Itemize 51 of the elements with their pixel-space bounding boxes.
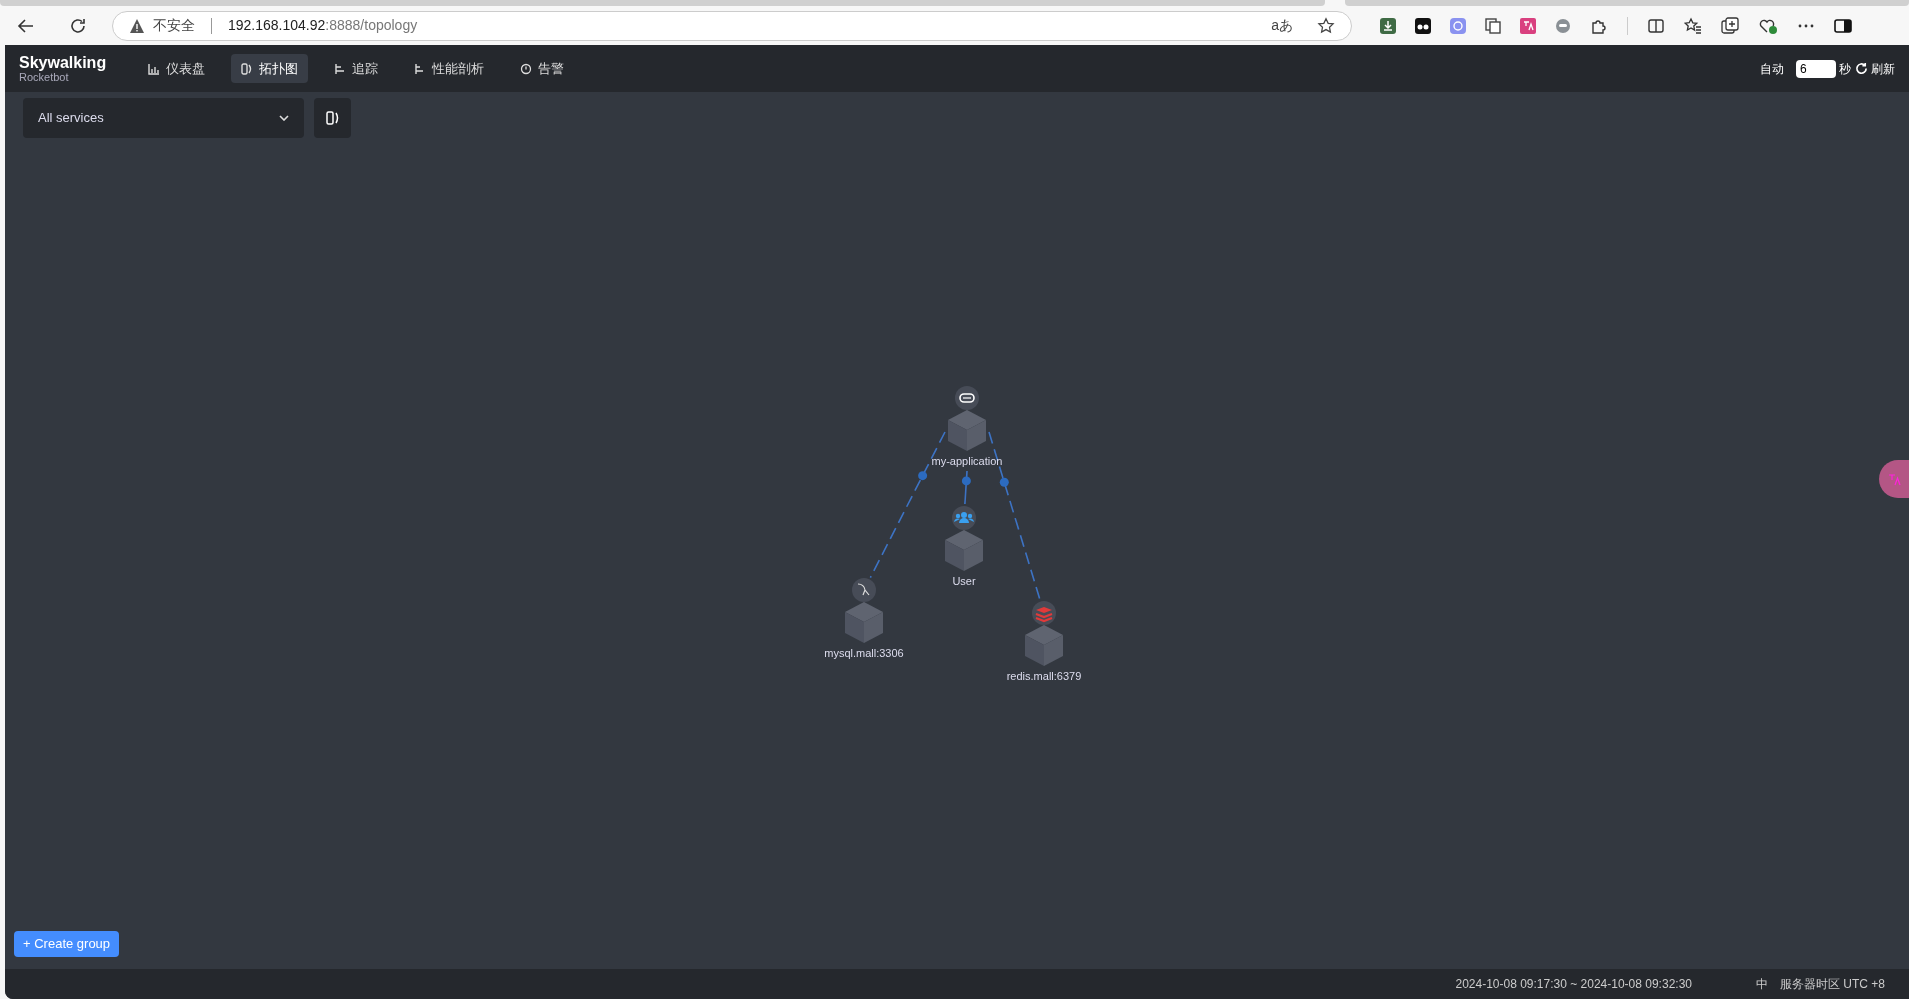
timezone-label: 服务器时区 UTC +8	[1780, 976, 1885, 993]
service-select[interactable]: All services	[23, 98, 304, 138]
glasses-extension-icon[interactable]	[1415, 17, 1431, 34]
star-icon[interactable]	[1317, 16, 1335, 35]
stack-icon	[1032, 601, 1056, 625]
copy-extension-icon[interactable]	[1485, 17, 1501, 34]
dashboard-icon	[148, 62, 161, 75]
nav-tab[interactable]: 告警	[510, 54, 575, 83]
dashed-connector[interactable]	[961, 470, 971, 505]
node-label: User	[952, 575, 976, 587]
url-text: 192.168.104.92:8888/topology	[228, 16, 418, 35]
cube-node[interactable]	[845, 602, 883, 643]
layout-icon	[325, 111, 340, 125]
translate-extension-icon[interactable]	[1520, 17, 1536, 34]
logo-text: Skywalking	[19, 54, 107, 71]
read-aloud-icon[interactable]: aあ	[1271, 15, 1293, 36]
nav-tab[interactable]: 性能剖析	[404, 54, 495, 83]
auto-label: 自动	[1760, 60, 1784, 78]
warning-icon	[129, 17, 145, 34]
nav-tab[interactable]: 追踪	[324, 54, 389, 83]
language-toggle[interactable]: 中	[1756, 975, 1768, 993]
cube-node[interactable]	[945, 530, 983, 571]
logo-subtitle: Rocketbot	[19, 71, 69, 83]
cube-node[interactable]	[948, 410, 986, 451]
nav-tab[interactable]: 拓扑图	[231, 54, 309, 83]
translate-icon	[1887, 472, 1901, 486]
time-range: 2024-10-08 09:17:30 ~ 2024-10-08 09:32:30	[1455, 976, 1692, 993]
node-label: mysql.mall:3306	[824, 647, 904, 659]
favorites-icon[interactable]	[1684, 16, 1702, 35]
layout-button[interactable]	[314, 98, 351, 138]
node-label: my-application	[931, 455, 1003, 467]
address-bar[interactable]: 不安全 192.168.104.92:8888/topology aあ	[112, 10, 1352, 41]
security-label: 不安全	[153, 16, 195, 35]
refresh-icon	[1855, 62, 1868, 75]
chevron-down-icon	[279, 115, 289, 121]
topology-icon	[241, 62, 254, 75]
refresh-button[interactable]: 刷新	[1855, 59, 1895, 78]
node-label: redis.mall:6379	[1006, 670, 1082, 682]
people-icon	[952, 506, 976, 530]
unit-label: 秒	[1839, 60, 1851, 78]
trace-icon	[334, 62, 347, 75]
sidebar-icon[interactable]	[1834, 16, 1852, 35]
interval-field[interactable]: 6	[1796, 59, 1836, 78]
alarm-icon	[520, 62, 533, 75]
nav-tab[interactable]: 仪表盘	[138, 54, 216, 83]
translate-float-button[interactable]	[1879, 460, 1909, 498]
download-extension-icon[interactable]	[1380, 17, 1396, 34]
split-screen-icon[interactable]	[1647, 16, 1665, 35]
link-icon	[955, 386, 979, 410]
collections-icon[interactable]	[1721, 16, 1739, 35]
cube-node[interactable]	[1025, 625, 1063, 666]
